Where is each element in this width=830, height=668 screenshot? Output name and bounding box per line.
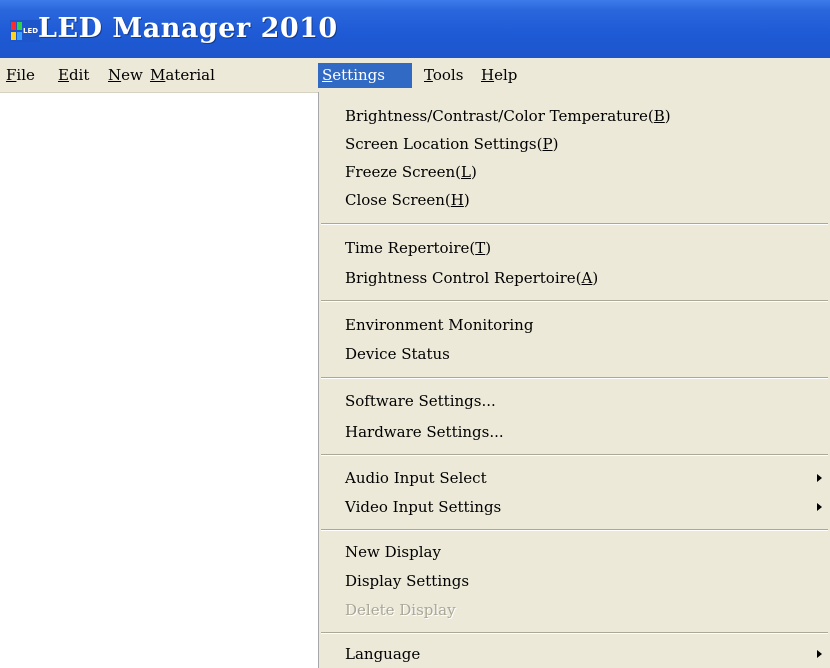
menu-file-mnemonic: F xyxy=(6,66,17,84)
submenu-arrow-icon xyxy=(817,503,822,511)
item-label: Language xyxy=(345,645,421,663)
menu-separator xyxy=(321,529,828,531)
menu-settings[interactable]: Settings xyxy=(318,63,412,88)
menu-item-hardware-settings[interactable]: Hardware Settings... xyxy=(345,419,830,445)
menu-help-label: elp xyxy=(494,66,518,84)
menu-material[interactable]: Material xyxy=(146,63,219,88)
menu-item-freeze-screen[interactable]: Freeze Screen(L) xyxy=(345,159,830,185)
menu-settings-label: ettings xyxy=(332,66,385,84)
submenu-arrow-icon xyxy=(817,650,822,658)
item-close: ) xyxy=(552,135,559,153)
menu-edit[interactable]: Edit xyxy=(54,63,93,88)
item-mnemonic: A xyxy=(581,269,593,287)
item-label: New Display xyxy=(345,543,441,561)
menu-separator xyxy=(321,223,828,225)
menu-new-label: ew xyxy=(121,66,143,84)
logo-text: LED xyxy=(23,27,38,35)
menu-new-mnemonic: N xyxy=(108,66,122,84)
menu-separator xyxy=(321,632,828,634)
item-close: ) xyxy=(463,191,470,209)
menu-item-display-settings[interactable]: Display Settings xyxy=(345,568,830,594)
item-label: Device Status xyxy=(345,345,450,363)
menu-new[interactable]: New xyxy=(104,63,147,88)
item-label: Time Repertoire( xyxy=(345,239,476,257)
menu-item-brightness-control-repertoire[interactable]: Brightness Control Repertoire(A) xyxy=(345,265,830,291)
item-mnemonic: B xyxy=(653,107,665,125)
item-label: Brightness/Contrast/Color Temperature( xyxy=(345,107,654,125)
menu-item-close-screen[interactable]: Close Screen(H) xyxy=(345,187,830,213)
item-close: ) xyxy=(485,239,492,257)
menu-bar: File Edit New Material Settings Tools He… xyxy=(0,58,830,93)
menu-item-time-repertoire[interactable]: Time Repertoire(T) xyxy=(345,235,830,261)
menu-tools-mnemonic: T xyxy=(424,66,433,84)
item-close: ) xyxy=(592,269,599,287)
item-mnemonic: P xyxy=(542,135,553,153)
menu-help[interactable]: Help xyxy=(477,63,521,88)
item-label: Delete Display xyxy=(345,601,456,619)
menu-material-mnemonic: M xyxy=(150,66,166,84)
item-label: Audio Input Select xyxy=(345,469,487,487)
item-label: Screen Location Settings( xyxy=(345,135,543,153)
menu-help-mnemonic: H xyxy=(481,66,495,84)
settings-dropdown-menu: Brightness/Contrast/Color Temperature(B)… xyxy=(318,92,830,668)
item-label: Brightness Control Repertoire( xyxy=(345,269,582,287)
menu-item-new-display[interactable]: New Display xyxy=(345,539,830,565)
menu-item-video-input-settings[interactable]: Video Input Settings xyxy=(345,494,830,520)
menu-edit-label: dit xyxy=(68,66,90,84)
item-label: Display Settings xyxy=(345,572,470,590)
menu-file[interactable]: File xyxy=(2,63,39,88)
window-title: LED Manager 2010 xyxy=(38,13,338,44)
menu-file-label: ile xyxy=(16,66,35,84)
item-close: ) xyxy=(470,163,477,181)
menu-item-brightness-contrast[interactable]: Brightness/Contrast/Color Temperature(B) xyxy=(345,103,830,129)
menu-tools-label: ools xyxy=(432,66,464,84)
item-mnemonic: L xyxy=(461,163,471,181)
item-label: Software Settings... xyxy=(345,392,496,410)
menu-item-delete-display: Delete Display xyxy=(345,597,830,623)
item-mnemonic: T xyxy=(475,239,486,257)
item-label: Hardware Settings... xyxy=(345,423,504,441)
menu-item-screen-location[interactable]: Screen Location Settings(P) xyxy=(345,131,830,157)
menu-separator xyxy=(321,300,828,302)
item-label: Environment Monitoring xyxy=(345,316,534,334)
menu-material-label: aterial xyxy=(165,66,215,84)
item-close: ) xyxy=(664,107,671,125)
menu-settings-mnemonic: S xyxy=(322,66,333,84)
title-bar[interactable]: LED LED Manager 2010 xyxy=(0,0,830,58)
menu-item-language[interactable]: Language xyxy=(345,641,830,667)
menu-item-audio-input-select[interactable]: Audio Input Select xyxy=(345,465,830,491)
menu-item-environment-monitoring[interactable]: Environment Monitoring xyxy=(345,312,830,338)
submenu-arrow-icon xyxy=(817,474,822,482)
app-logo-icon: LED xyxy=(10,20,40,42)
menu-separator xyxy=(321,454,828,456)
item-label: Freeze Screen( xyxy=(345,163,461,181)
menu-item-device-status[interactable]: Device Status xyxy=(345,341,830,367)
menu-item-software-settings[interactable]: Software Settings... xyxy=(345,388,830,414)
item-label: Close Screen( xyxy=(345,191,451,209)
menu-separator xyxy=(321,377,828,379)
menu-tools[interactable]: Tools xyxy=(420,63,467,88)
menu-edit-mnemonic: E xyxy=(58,66,69,84)
item-mnemonic: H xyxy=(450,191,464,209)
item-label: Video Input Settings xyxy=(345,498,502,516)
